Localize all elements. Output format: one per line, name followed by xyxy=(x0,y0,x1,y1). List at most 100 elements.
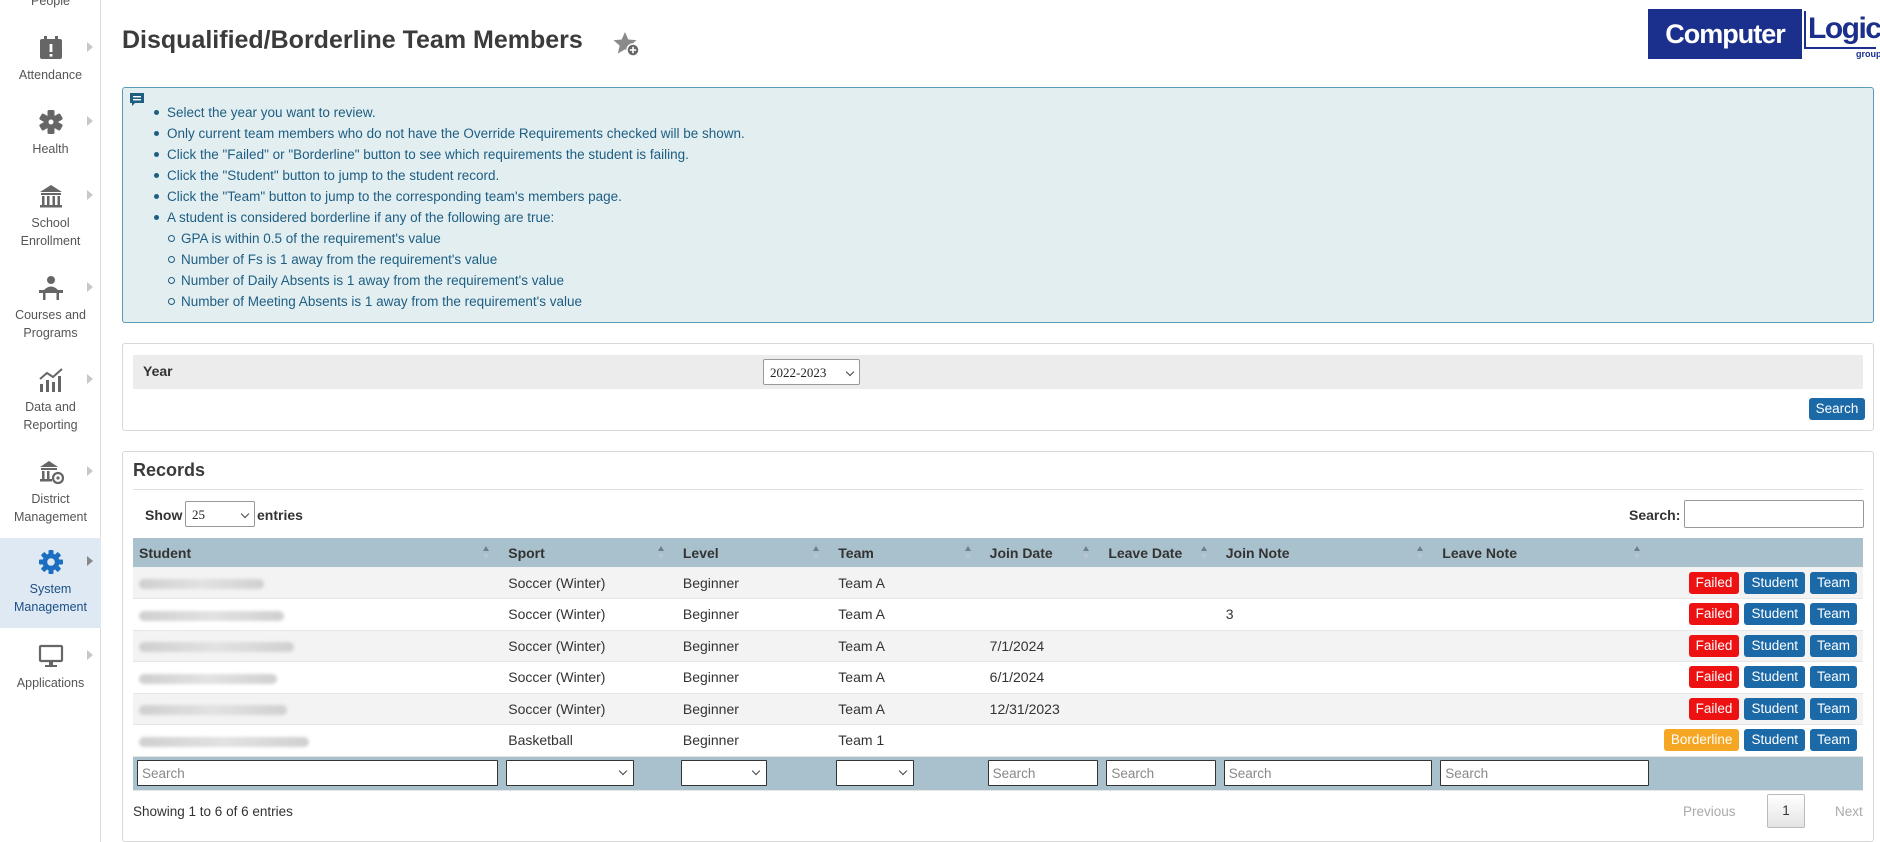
health-icon xyxy=(38,110,63,134)
student-button[interactable]: Student xyxy=(1744,729,1805,752)
sidebar-item-label: School Enrollment xyxy=(20,216,81,248)
sidebar-item-people[interactable]: People xyxy=(0,0,101,12)
row-actions: Borderline Student Team xyxy=(1652,724,1863,757)
column-header-leave-date[interactable]: Leave Date xyxy=(1102,538,1220,567)
failed-button[interactable]: Failed xyxy=(1688,697,1740,720)
redacted-student-name xyxy=(139,642,294,653)
year-select[interactable]: 2022-2023 xyxy=(763,359,860,385)
comment-icon xyxy=(130,93,144,106)
join-date-cell: 7/1/2024 xyxy=(983,630,1103,662)
student-button[interactable]: Student xyxy=(1744,697,1805,720)
student-button[interactable]: Student xyxy=(1744,634,1805,657)
chevron-down-icon xyxy=(899,766,908,776)
student-button[interactable]: Student xyxy=(1744,571,1805,594)
sidebar-item-attendance[interactable]: Attendance xyxy=(0,34,101,90)
student-filter-input[interactable]: Search xyxy=(137,760,499,786)
entries-per-page-select[interactable]: 25 xyxy=(185,501,255,527)
column-header-sport[interactable]: Sport xyxy=(502,538,677,567)
team-button[interactable]: Team xyxy=(1809,603,1857,626)
instruction-subitem: GPA is within 0.5 of the requirement's v… xyxy=(168,228,745,249)
column-header-leave-note[interactable]: Leave Note xyxy=(1436,538,1653,567)
sidebar-item-data-reporting[interactable]: Data and Reporting xyxy=(0,366,101,438)
team-cell: Team A xyxy=(832,598,984,631)
join-note-filter-input[interactable]: Search xyxy=(1223,760,1433,786)
page-title: Disqualified/Borderline Team Members xyxy=(122,26,583,54)
sort-icon xyxy=(813,546,820,560)
student-name-cell xyxy=(133,567,503,599)
table-info-text: Showing 1 to 6 of 6 entries xyxy=(133,804,293,819)
team-cell: Team A xyxy=(832,567,984,599)
attendance-icon xyxy=(39,36,62,59)
join-date-filter-input[interactable]: Search xyxy=(987,760,1099,786)
team-button[interactable]: Team xyxy=(1809,729,1857,752)
sport-cell: Soccer (Winter) xyxy=(502,630,677,662)
level-cell: Beginner xyxy=(676,661,833,694)
column-header-level[interactable]: Level xyxy=(676,538,833,567)
team-filter-select[interactable] xyxy=(836,760,915,786)
column-header-join-note[interactable]: Join Note xyxy=(1219,538,1437,567)
column-header-student[interactable]: Student xyxy=(133,538,503,567)
sidebar-item-courses[interactable]: Courses and Programs xyxy=(0,274,101,346)
sidebar-item-label: Attendance xyxy=(18,68,83,82)
school-icon xyxy=(39,185,62,208)
failed-button[interactable]: Failed xyxy=(1688,571,1740,594)
failed-button[interactable]: Failed xyxy=(1688,634,1740,657)
join-date-cell: 6/1/2024 xyxy=(983,661,1103,694)
show-label: Show xyxy=(145,507,183,523)
row-actions: Failed Student Team xyxy=(1652,567,1863,599)
search-button[interactable]: Search xyxy=(1809,398,1865,420)
logo-text-group: group xyxy=(1856,49,1880,59)
leave-date-filter-input[interactable]: Search xyxy=(1106,760,1216,786)
sidebar-item-health[interactable]: Health xyxy=(0,108,101,164)
team-button[interactable]: Team xyxy=(1809,634,1857,657)
next-page-button[interactable]: Next xyxy=(1835,804,1863,819)
sport-filter-select[interactable] xyxy=(506,760,635,786)
leave-note-cell xyxy=(1436,630,1653,662)
sidebar-item-label: Courses and Programs xyxy=(15,308,86,340)
sidebar-item-applications[interactable]: Applications xyxy=(0,642,101,698)
column-header-join-date[interactable]: Join Date xyxy=(983,538,1103,567)
leave-date-cell xyxy=(1102,693,1220,725)
sidebar-item-label: Health xyxy=(32,142,69,156)
failed-button[interactable]: Failed xyxy=(1688,603,1740,626)
borderline-button[interactable]: Borderline xyxy=(1663,729,1740,752)
team-cell: Team 1 xyxy=(832,724,984,757)
instruction-item: A student is considered borderline if an… xyxy=(154,207,745,228)
table-search-input[interactable] xyxy=(1684,500,1864,528)
monitor-icon xyxy=(38,644,63,667)
previous-page-button[interactable]: Previous xyxy=(1683,804,1736,819)
team-button[interactable]: Team xyxy=(1809,697,1857,720)
sort-icon xyxy=(1083,546,1090,560)
student-button[interactable]: Student xyxy=(1744,603,1805,626)
failed-button[interactable]: Failed xyxy=(1688,666,1740,689)
leave-note-cell xyxy=(1436,724,1653,757)
team-button[interactable]: Team xyxy=(1809,571,1857,594)
sport-cell: Soccer (Winter) xyxy=(502,567,677,599)
logo-text-logic: Logic xyxy=(1804,11,1880,49)
sidebar-item-label: People xyxy=(31,0,70,8)
instruction-subitem: Number of Daily Absents is 1 away from t… xyxy=(168,270,745,291)
join-note-cell xyxy=(1219,661,1437,694)
chart-icon xyxy=(38,368,63,392)
sidebar-item-school-enrollment[interactable]: School Enrollment xyxy=(0,182,101,254)
pagination: Previous 1 Next xyxy=(1683,794,1873,830)
sidebar-item-system-management[interactable]: System Management xyxy=(0,538,101,628)
leave-note-filter-input[interactable]: Search xyxy=(1440,760,1649,786)
sidebar-item-label: System Management xyxy=(14,582,87,614)
level-cell: Beginner xyxy=(676,724,833,757)
records-title: Records xyxy=(133,460,206,480)
team-cell: Team A xyxy=(832,693,984,725)
instruction-item: Select the year you want to review. xyxy=(154,102,745,123)
level-filter-select[interactable] xyxy=(680,760,767,786)
join-date-cell xyxy=(983,598,1103,631)
sidebar-item-district-management[interactable]: District Management xyxy=(0,458,101,530)
team-button[interactable]: Team xyxy=(1809,666,1857,689)
leave-note-cell xyxy=(1436,693,1653,725)
join-note-cell xyxy=(1219,630,1437,662)
column-header-team[interactable]: Team xyxy=(832,538,984,567)
student-button[interactable]: Student xyxy=(1744,666,1805,689)
page-1-button[interactable]: 1 xyxy=(1767,794,1805,828)
star-add-icon[interactable] xyxy=(612,30,642,60)
gear-icon xyxy=(38,550,63,574)
leave-note-cell xyxy=(1436,567,1653,599)
